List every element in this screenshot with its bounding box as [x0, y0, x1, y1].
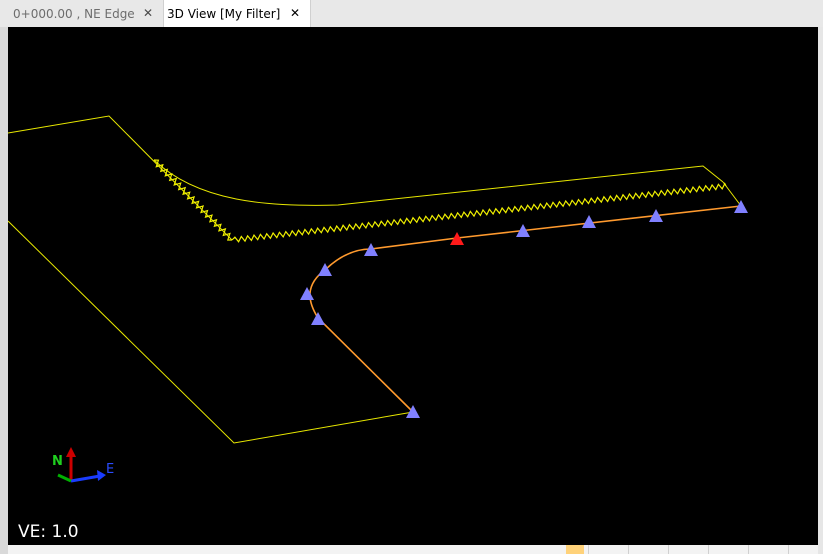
status-strip: [8, 545, 818, 554]
status-divider: [788, 545, 789, 554]
vertex-marker[interactable]: [582, 215, 596, 228]
right-panel-edge: [818, 27, 823, 554]
status-divider: [588, 545, 589, 554]
zigzag-segment-diagonal: [153, 159, 232, 241]
boundary-left-edge: [8, 220, 414, 444]
boundary-top-left: [8, 115, 233, 241]
axis-east-label: E: [106, 462, 114, 477]
left-panel-edge: [0, 27, 8, 554]
status-divider: [628, 545, 629, 554]
tab-label: 3D View [My Filter]: [167, 6, 281, 21]
status-divider: [668, 545, 669, 554]
close-icon[interactable]: ✕: [143, 6, 153, 20]
vertex-marker[interactable]: [300, 287, 314, 300]
document-tab-bar: 0+000.00 , NE Edge ✕ 3D View [My Filter]…: [0, 0, 823, 28]
vertical-exaggeration-label: VE: 1.0: [18, 522, 79, 542]
tab-label: 0+000.00 , NE Edge: [13, 6, 135, 21]
alignment-vertices[interactable]: [300, 200, 748, 418]
3d-viewport[interactable]: N E VE: 1.0: [8, 27, 818, 545]
axis-north-label: N: [52, 454, 63, 469]
status-marker: [566, 545, 584, 554]
status-divider: [708, 545, 709, 554]
boundary-curve-top: [153, 159, 724, 206]
boundary-lines: [8, 115, 742, 444]
axis-triad-icon: N E: [52, 447, 114, 483]
zigzag-segment-long: [231, 182, 727, 243]
tab-ne-edge[interactable]: 0+000.00 , NE Edge ✕: [0, 0, 163, 27]
tab-3d-view[interactable]: 3D View [My Filter] ✕: [163, 0, 311, 27]
scene-canvas[interactable]: N E: [8, 27, 818, 545]
status-divider: [748, 545, 749, 554]
close-icon[interactable]: ✕: [290, 6, 300, 20]
vertex-marker[interactable]: [311, 312, 325, 325]
